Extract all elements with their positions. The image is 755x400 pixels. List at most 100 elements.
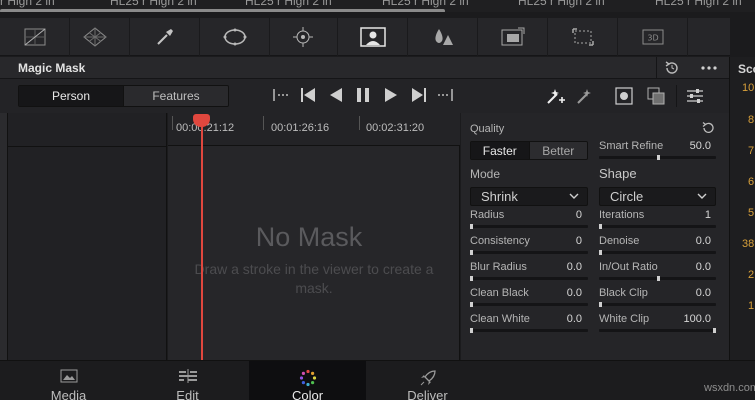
slider-knob[interactable] xyxy=(470,276,473,281)
chevron-down-icon xyxy=(697,193,707,199)
watermark: wsxdn.com xyxy=(704,382,755,394)
mode-dropdown[interactable]: Shrink xyxy=(470,187,588,206)
white-clip-slider[interactable] xyxy=(599,328,716,333)
clean-white-value[interactable]: 0.0 xyxy=(542,313,582,325)
in-out-ratio-label: In/Out Ratio xyxy=(599,261,658,273)
slider-knob[interactable] xyxy=(599,224,602,229)
scope-scale-label: 10 xyxy=(742,82,755,94)
clip-scrollbar[interactable] xyxy=(0,9,445,12)
slider-knob[interactable] xyxy=(470,250,473,255)
magic-mask-palette-button[interactable] xyxy=(338,18,408,56)
tracker-button[interactable] xyxy=(268,18,338,56)
smart-refine-label: Smart Refine xyxy=(599,140,664,152)
key-button[interactable] xyxy=(478,18,548,56)
nav-tab-color[interactable]: Color xyxy=(249,361,366,400)
sizing-button[interactable] xyxy=(548,18,618,56)
consistency-slider[interactable] xyxy=(470,250,588,255)
slider-knob[interactable] xyxy=(470,302,473,307)
nav-tab-media[interactable]: Media xyxy=(10,361,127,400)
clip-label[interactable]: HL25 r High 2 in xyxy=(382,0,469,8)
slider-knob[interactable] xyxy=(656,155,660,160)
playhead[interactable] xyxy=(201,118,203,360)
track-forward-all-icon[interactable] xyxy=(411,87,427,103)
nav-tab-deliver[interactable]: Deliver xyxy=(369,361,486,400)
in-out-ratio-slider[interactable] xyxy=(599,276,716,281)
denoise-slider[interactable] xyxy=(599,250,716,255)
shape-label: Shape xyxy=(599,166,637,181)
timecode-label: 00:01:26:16 xyxy=(271,122,330,134)
slider-knob[interactable] xyxy=(470,328,473,333)
nav-tab-edit[interactable]: Edit xyxy=(129,361,246,400)
black-clip-value[interactable]: 0.0 xyxy=(671,287,711,299)
smart-refine-slider[interactable] xyxy=(599,155,716,160)
add-stroke-icon[interactable] xyxy=(545,86,565,106)
edit-icon xyxy=(178,369,197,383)
track-reverse-icon[interactable] xyxy=(328,87,344,103)
timeline-ruler[interactable]: 00:00:21:12 00:01:26:16 00:02:31:20 xyxy=(168,113,460,146)
track-forward-icon[interactable] xyxy=(383,87,399,103)
scope-scale-label: 38 xyxy=(742,238,755,250)
clip-label[interactable]: HL25 r High 2 in xyxy=(655,0,742,8)
curves-icon xyxy=(24,28,45,46)
color-warper-button[interactable] xyxy=(60,18,130,56)
quality-better-button[interactable]: Better xyxy=(529,142,587,159)
window-icon xyxy=(223,28,246,46)
empty-state-title: No Mask xyxy=(255,222,363,252)
more-options-icon[interactable] xyxy=(700,60,718,76)
clean-white-label: Clean White xyxy=(470,313,530,325)
clip-label[interactable]: r High 2 in xyxy=(0,0,55,8)
pause-icon[interactable] xyxy=(355,87,371,103)
timecode-label: 00:02:31:20 xyxy=(366,122,425,134)
person-mode-button[interactable]: Person xyxy=(19,86,124,106)
reset-icon[interactable] xyxy=(664,60,680,76)
scope-scale-label: 8 xyxy=(748,114,755,126)
radius-value[interactable]: 0 xyxy=(542,209,582,221)
slider-knob[interactable] xyxy=(599,250,602,255)
blur-radius-label: Blur Radius xyxy=(470,261,527,273)
white-clip-label: White Clip xyxy=(599,313,650,325)
shape-dropdown[interactable]: Circle xyxy=(599,187,716,206)
slider-knob[interactable] xyxy=(470,224,473,229)
denoise-value[interactable]: 0.0 xyxy=(671,235,711,247)
black-clip-slider[interactable] xyxy=(599,302,716,307)
clean-black-label: Clean Black xyxy=(470,287,529,299)
clip-label[interactable]: HL25 r High 2 in xyxy=(110,0,197,8)
slider-knob[interactable] xyxy=(713,328,716,333)
quality-faster-button[interactable]: Faster xyxy=(471,142,530,159)
track-forward-frame-icon[interactable] xyxy=(438,87,454,103)
in-out-ratio-value[interactable]: 0.0 xyxy=(671,261,711,273)
qualifier-button[interactable] xyxy=(130,18,200,56)
subtract-stroke-icon[interactable] xyxy=(575,86,595,106)
iterations-slider[interactable] xyxy=(599,224,716,229)
show-overlay-icon[interactable] xyxy=(615,87,633,105)
blur-button[interactable] xyxy=(408,18,478,56)
blur-radius-value[interactable]: 0.0 xyxy=(542,261,582,273)
clip-label[interactable]: HL25 r High 2 in xyxy=(245,0,332,8)
consistency-value[interactable]: 0 xyxy=(542,235,582,247)
ruler-tick xyxy=(359,116,360,130)
clean-black-slider[interactable] xyxy=(470,302,588,307)
slider-knob[interactable] xyxy=(599,302,602,307)
eyedropper-icon xyxy=(156,29,173,45)
scopes-title: Sco xyxy=(738,62,755,76)
slider-knob[interactable] xyxy=(656,276,660,281)
reset-icon[interactable] xyxy=(701,121,715,135)
white-clip-value[interactable]: 100.0 xyxy=(671,313,711,325)
track-reverse-frame-icon[interactable] xyxy=(272,87,288,103)
mask-overlay-icon[interactable] xyxy=(647,87,665,105)
iterations-value[interactable]: 1 xyxy=(671,209,711,221)
features-mode-button[interactable]: Features xyxy=(124,86,228,106)
smart-refine-value[interactable]: 50.0 xyxy=(671,140,711,152)
blur-radius-slider[interactable] xyxy=(470,276,588,281)
power-window-button[interactable] xyxy=(200,18,270,56)
clean-white-slider[interactable] xyxy=(470,328,588,333)
clip-label[interactable]: HL25 r High 2 in xyxy=(518,0,605,8)
consistency-label: Consistency xyxy=(470,235,530,247)
3d-button[interactable]: 3D xyxy=(618,18,688,56)
radius-slider[interactable] xyxy=(470,224,588,229)
clean-black-value[interactable]: 0.0 xyxy=(542,287,582,299)
settings-sliders-icon[interactable] xyxy=(686,87,704,105)
track-reverse-all-icon[interactable] xyxy=(300,87,316,103)
svg-text:3D: 3D xyxy=(647,34,658,43)
nav-label: Color xyxy=(291,388,324,400)
